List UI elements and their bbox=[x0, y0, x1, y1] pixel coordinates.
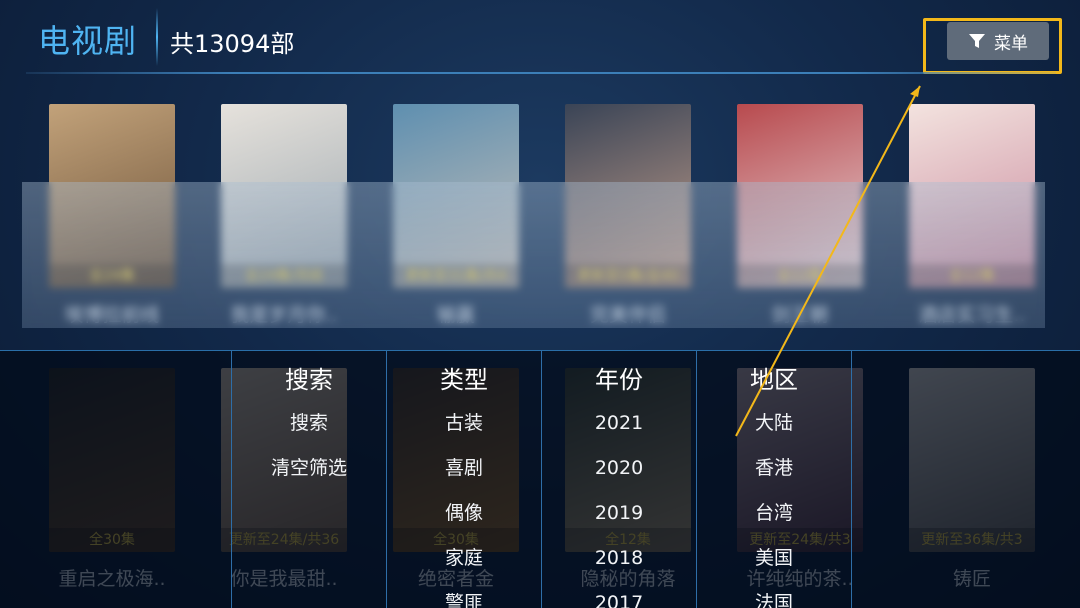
filter-option[interactable]: 警匪 bbox=[387, 585, 541, 608]
filter-option[interactable]: 喜剧 bbox=[387, 450, 541, 495]
result-count: 共13094部 bbox=[170, 30, 295, 58]
filter-option[interactable]: 2021 bbox=[542, 405, 696, 450]
filter-column: 地区大陆 香港 台湾 美国 法国 bbox=[697, 365, 851, 608]
filter-column-header: 地区 bbox=[750, 366, 798, 394]
header-divider bbox=[156, 8, 158, 66]
filter-option[interactable]: 香港 bbox=[697, 450, 851, 495]
filter-option[interactable]: 2017 bbox=[542, 585, 696, 608]
filter-option[interactable]: 2020 bbox=[542, 450, 696, 495]
filter-column: 年份 2021 2020 2019 2018 2017 bbox=[542, 365, 696, 608]
filter-column: 类型古装 喜剧 偶像 家庭 警匪 bbox=[387, 365, 541, 608]
filter-column: 搜索 搜索 清空筛选 bbox=[232, 365, 386, 495]
blur-overlay bbox=[22, 182, 1045, 328]
filter-option[interactable]: 偶像 bbox=[387, 495, 541, 540]
filter-column-header: 年份 bbox=[595, 366, 643, 394]
filter-option[interactable]: 2018 bbox=[542, 540, 696, 585]
filter-option[interactable]: 台湾 bbox=[697, 495, 851, 540]
header-underline bbox=[26, 72, 1056, 74]
filter-menu-overlay: 搜索 搜索 清空筛选 类型 古装 喜剧 偶像 家庭 警匪 年份 2021 2020 2019 2018 20… bbox=[0, 350, 1080, 608]
menu-column-divider bbox=[851, 351, 852, 608]
filter-option[interactable]: 法国 bbox=[697, 585, 851, 608]
menu-button-label: 菜单 bbox=[994, 33, 1028, 54]
filter-column-header: 搜索 bbox=[285, 366, 333, 394]
filter-column-header: 类型 bbox=[440, 366, 488, 394]
filter-option[interactable]: 古装 bbox=[387, 405, 541, 450]
filter-option[interactable]: 家庭 bbox=[387, 540, 541, 585]
filter-option[interactable]: 2019 bbox=[542, 495, 696, 540]
header-bar: 电视剧 共13094部 菜单 bbox=[0, 0, 1080, 76]
filter-option[interactable]: 清空筛选 bbox=[232, 450, 386, 495]
page-title: 电视剧 bbox=[38, 22, 138, 60]
filter-option[interactable]: 搜索 bbox=[232, 405, 386, 450]
filter-option[interactable]: 美国 bbox=[697, 540, 851, 585]
menu-button[interactable]: 菜单 bbox=[947, 22, 1049, 60]
filter-option[interactable]: 大陆 bbox=[697, 405, 851, 450]
filter-icon bbox=[968, 32, 986, 50]
